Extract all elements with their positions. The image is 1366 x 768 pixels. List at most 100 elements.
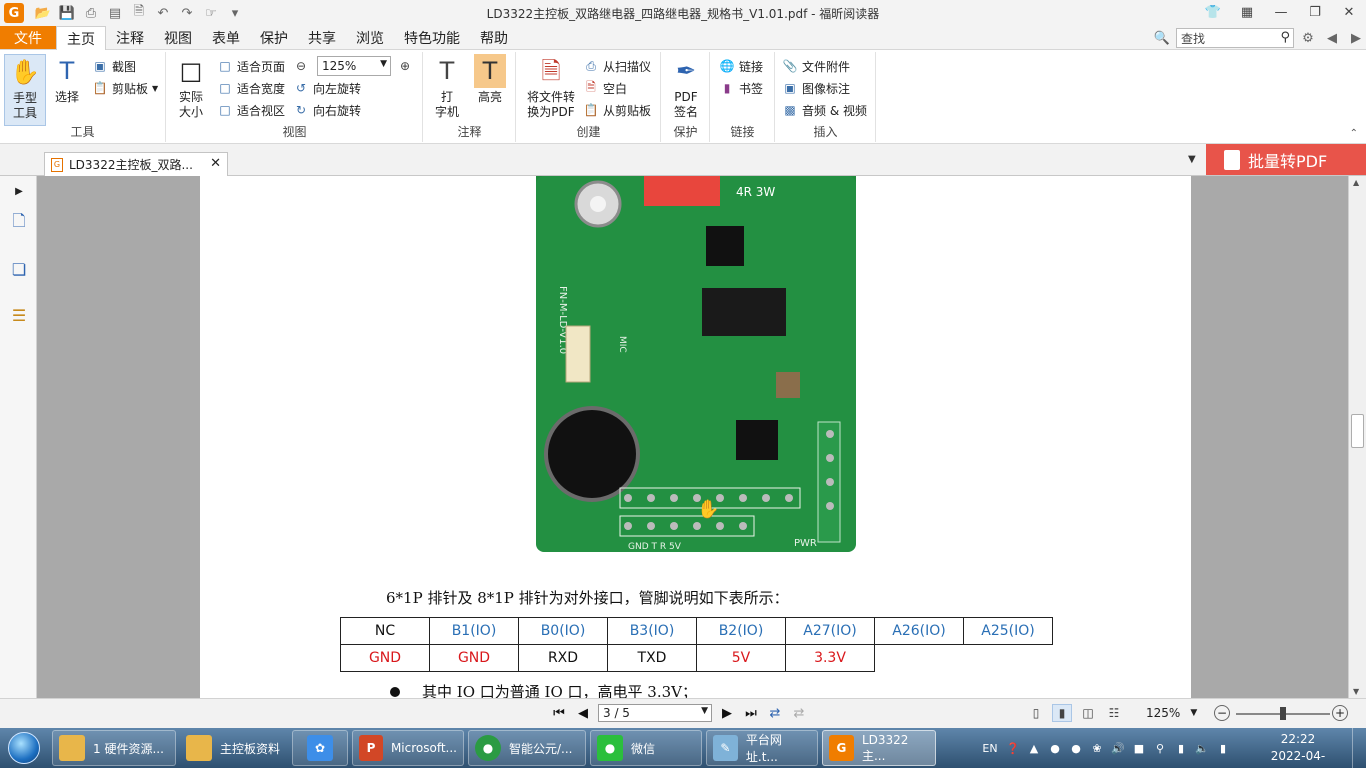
show-hidden-icons-icon[interactable]: ▲ xyxy=(1026,740,1042,756)
page-number-input[interactable]: 3 / 5 ▼ xyxy=(598,704,712,722)
tab-list-dropdown-icon[interactable]: ▼ xyxy=(1188,154,1196,165)
tab-file[interactable]: 文件 xyxy=(0,26,56,49)
print-icon[interactable]: ⎙ xyxy=(80,3,102,23)
previous-page-icon[interactable]: ◀ xyxy=(574,704,592,722)
taskbar-item[interactable]: ● 智能公元/... xyxy=(468,730,586,766)
vertical-scrollbar[interactable]: ▲ ▼ xyxy=(1348,176,1366,698)
search-tray-icon[interactable]: ⚲ xyxy=(1152,740,1168,756)
wechat-tray-icon[interactable]: ● xyxy=(1068,740,1084,756)
battery-icon[interactable]: ▮ xyxy=(1215,740,1231,756)
network-icon[interactable]: ▮ xyxy=(1173,740,1189,756)
clipboard-button[interactable]: 📋 剪贴板 ▼ xyxy=(92,78,159,98)
single-page-icon[interactable]: ▯ xyxy=(1026,704,1046,722)
from-scanner-button[interactable]: ⎙ 从扫描仪 xyxy=(583,56,651,76)
zoom-status[interactable]: 125% ▼ xyxy=(1146,706,1197,720)
from-clipboard-button[interactable]: 📋 从剪贴板 xyxy=(583,100,652,120)
facing-page-icon[interactable]: ◫ xyxy=(1078,704,1098,722)
customize-toolbar-icon[interactable]: ▾ xyxy=(224,3,246,23)
hand-tool-icon[interactable]: ☞ xyxy=(200,3,222,23)
tab-view[interactable]: 视图 xyxy=(154,26,202,49)
document-view[interactable]: 4R 3W FN-M-LD-V1.0 MIC GND T R 5V PWR 6*… xyxy=(37,176,1348,698)
collapse-ribbon-icon[interactable]: ⌃ xyxy=(1350,128,1358,139)
select-button[interactable]: T 选择 xyxy=(50,54,84,105)
save-icon[interactable]: 💾 xyxy=(56,3,78,23)
show-desktop-button[interactable] xyxy=(1352,728,1366,768)
taskbar-item[interactable]: ● 微信 xyxy=(590,730,702,766)
sound-icon[interactable]: 🔊 xyxy=(1110,740,1126,756)
scroll-up-icon[interactable]: ▲ xyxy=(1353,178,1359,187)
settings-gear-icon[interactable]: ⚙ xyxy=(1298,28,1318,48)
tab-home[interactable]: 主页 xyxy=(56,26,106,51)
scroll-thumb[interactable] xyxy=(1351,414,1364,448)
forward-icon[interactable]: ▶ xyxy=(1346,28,1366,48)
find-panel-icon[interactable]: 🔍 xyxy=(1152,28,1172,48)
first-page-icon[interactable]: ⏮ xyxy=(550,704,568,722)
language-indicator[interactable]: EN xyxy=(980,740,1000,756)
last-page-icon[interactable]: ⏭ xyxy=(742,704,760,722)
comments-icon[interactable]: ☰ xyxy=(8,304,30,326)
taskbar-item[interactable]: 1 硬件资源... xyxy=(52,730,176,766)
back-icon[interactable]: ◀ xyxy=(1322,28,1342,48)
scroll-down-icon[interactable]: ▼ xyxy=(1353,687,1359,696)
taskbar-item-active[interactable]: G LD3322主... xyxy=(822,730,936,766)
taskbar-item[interactable]: P Microsoft... xyxy=(352,730,464,766)
batch-convert-button[interactable]: 批量转PDF xyxy=(1206,144,1366,175)
volume-icon[interactable]: 🔈 xyxy=(1194,740,1210,756)
taskbar-item[interactable]: 主控板资料 xyxy=(180,730,288,766)
zoom-slider[interactable]: − + xyxy=(1214,705,1350,723)
start-button[interactable] xyxy=(0,728,48,768)
zoom-in-icon[interactable]: + xyxy=(1332,705,1348,721)
blank-button[interactable]: 🗎 空白 xyxy=(583,78,627,98)
highlight-button[interactable]: T 高亮 xyxy=(472,54,508,105)
search-icon[interactable]: ⚲ xyxy=(1280,30,1290,45)
actual-size-button[interactable]: □ 实际 大小 xyxy=(173,54,209,120)
rotate-right-button[interactable]: ↻ 向右旋转 xyxy=(293,100,361,120)
zoom-slider-knob[interactable] xyxy=(1280,707,1286,720)
tab-browse[interactable]: 浏览 xyxy=(346,26,394,49)
taskbar-item[interactable]: ✎ 平台网址.t... xyxy=(706,730,818,766)
rotate-left-button[interactable]: ↺ 向左旋转 xyxy=(293,78,361,98)
typewriter-button[interactable]: T 打 字机 xyxy=(430,54,464,120)
zoom-out-icon[interactable]: − xyxy=(1214,705,1230,721)
nvidia-icon[interactable]: ■ xyxy=(1131,740,1147,756)
tab-features[interactable]: 特色功能 xyxy=(394,26,470,49)
zoom-in-icon[interactable]: ⊕ xyxy=(397,56,413,76)
expand-panel-icon[interactable]: ▶ xyxy=(8,180,30,202)
search-input[interactable]: 查找 ⚲ xyxy=(1176,28,1294,48)
pages-icon[interactable]: ❏ xyxy=(8,258,30,280)
link-button[interactable]: 🌐 链接 xyxy=(719,56,764,76)
tab-help[interactable]: 帮助 xyxy=(470,26,518,49)
pdf-sign-button[interactable]: ✒ PDF 签名 xyxy=(668,54,704,120)
page-thumbnail-icon[interactable]: 🗋 xyxy=(8,211,30,234)
tab-share[interactable]: 共享 xyxy=(298,26,346,49)
clock[interactable]: 22:22 2022-04-05 xyxy=(1266,731,1330,768)
app-tray-icon[interactable]: ● xyxy=(1047,740,1063,756)
properties-icon[interactable]: ▤ xyxy=(104,3,126,23)
undo-icon[interactable]: ↶ xyxy=(152,3,174,23)
taskbar-item[interactable]: ✿ xyxy=(292,730,348,766)
new-doc-icon[interactable]: 🗎 xyxy=(128,3,150,23)
file-attachment-button[interactable]: 📎 文件附件 xyxy=(782,56,851,76)
continuous-facing-icon[interactable]: ☷ xyxy=(1104,704,1124,722)
audio-video-button[interactable]: ▩ 音频 & 视频 xyxy=(782,100,867,120)
tab-protect[interactable]: 保护 xyxy=(250,26,298,49)
screenshot-button[interactable]: ▣ 截图 xyxy=(92,56,136,76)
layout-icon[interactable]: ▦ xyxy=(1230,0,1264,24)
next-page-icon[interactable]: ▶ xyxy=(718,704,736,722)
open-folder-icon[interactable]: 📂 xyxy=(32,3,54,23)
previous-view-icon[interactable]: ⇄ xyxy=(766,704,784,722)
redo-icon[interactable]: ↷ xyxy=(176,3,198,23)
zoom-out-icon[interactable]: ⊖ xyxy=(293,56,309,76)
help-icon[interactable]: ❓ xyxy=(1005,740,1021,756)
continuous-page-icon[interactable]: ▮ xyxy=(1052,704,1072,722)
foxit-logo-icon[interactable]: G xyxy=(4,3,24,23)
hand-tool-button[interactable]: ✋ 手型 工具 xyxy=(4,54,46,126)
tab-form[interactable]: 表单 xyxy=(202,26,250,49)
flower-icon[interactable]: ❀ xyxy=(1089,740,1105,756)
minimize-button[interactable]: — xyxy=(1264,0,1298,24)
next-view-icon[interactable]: ⇄ xyxy=(790,704,808,722)
fit-page-button[interactable]: □ 适合页面 xyxy=(217,56,285,76)
image-annotation-button[interactable]: ▣ 图像标注 xyxy=(782,78,850,98)
skin-icon[interactable]: 👕 xyxy=(1196,0,1230,24)
bookmark-button[interactable]: ▮ 书签 xyxy=(719,78,763,98)
